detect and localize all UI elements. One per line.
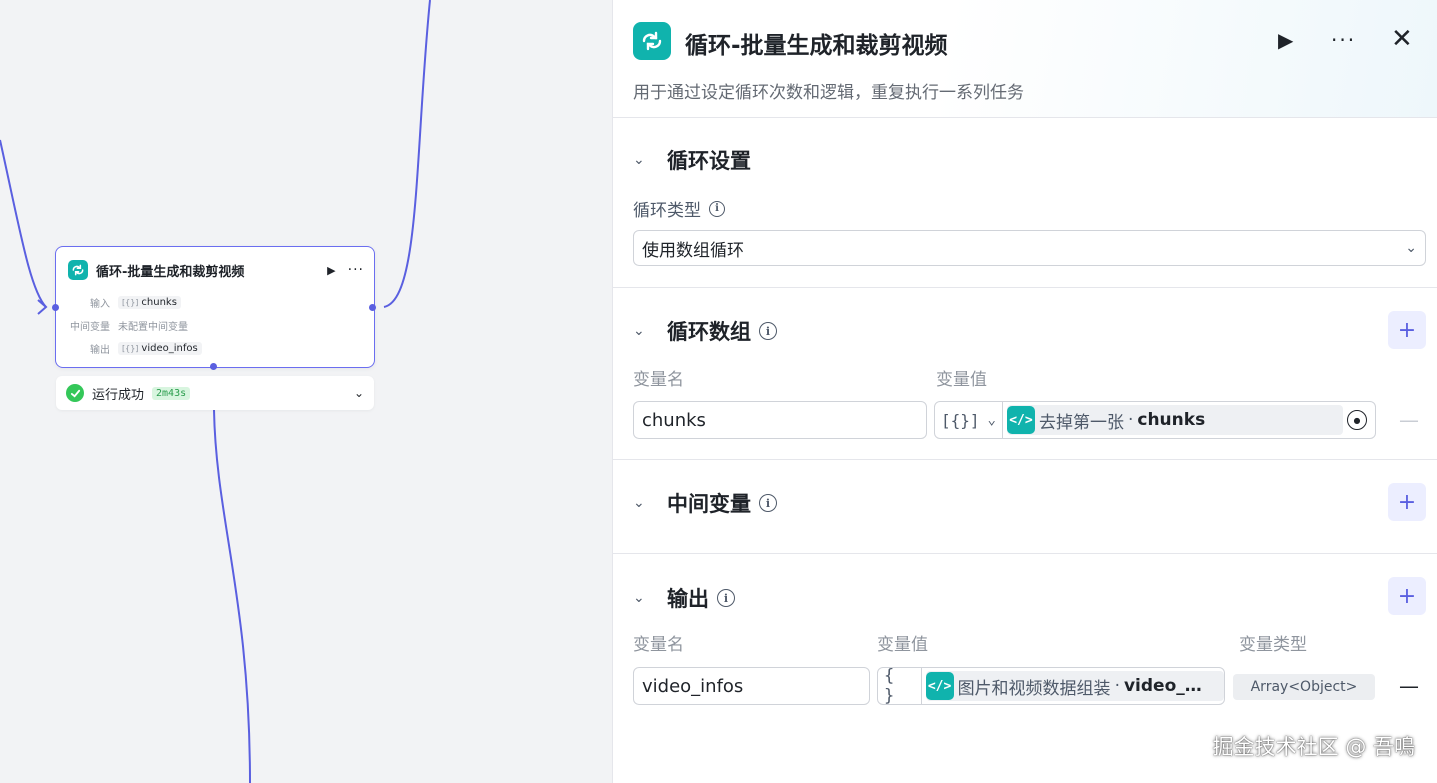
reference-variable: chunks: [1137, 410, 1206, 430]
reference-chip[interactable]: </> 去掉第一张 · chunks: [1006, 405, 1343, 435]
array-icon: [{}]: [122, 297, 139, 307]
section-loop-settings-header[interactable]: ⌄ 循环设置: [633, 145, 751, 175]
loop-node[interactable]: 循环-批量生成和裁剪视频 ▶ ··· 输入 [{}] chunks 中间变量 未配…: [52, 246, 376, 370]
col-variable-value: 变量值: [877, 635, 928, 655]
workflow-canvas[interactable]: 循环-批量生成和裁剪视频 ▶ ··· 输入 [{}] chunks 中间变量 未配…: [0, 0, 612, 783]
loop-array-name-input[interactable]: chunks: [633, 401, 927, 439]
status-text: 运行成功: [92, 387, 145, 403]
chevron-down-icon[interactable]: ⌄: [633, 590, 647, 606]
run-status-bar[interactable]: 运行成功 2m43s ⌄: [56, 376, 374, 410]
info-icon[interactable]: i: [709, 200, 725, 217]
loop-icon: [633, 22, 671, 60]
edge-outgoing: [383, 0, 431, 308]
chevron-down-icon[interactable]: ⌄: [354, 386, 364, 400]
more-icon[interactable]: ···: [348, 262, 364, 278]
node-output-row: 输出 [{}] video_infos: [66, 339, 202, 357]
col-variable-type: 变量类型: [1239, 635, 1307, 655]
reference-variable: video_…: [1123, 676, 1202, 696]
more-icon[interactable]: ···: [1331, 28, 1356, 52]
edge-incoming: [0, 139, 47, 308]
node-mid-label: 中间变量: [70, 321, 110, 333]
panel-description: 用于通过设定循环次数和逻辑，重复执行一系列任务: [633, 83, 1024, 103]
section-title: 输出: [667, 587, 709, 611]
output-port[interactable]: [369, 304, 376, 311]
node-output-tag: [{}] video_infos: [118, 341, 202, 355]
divider: [613, 287, 1437, 288]
node-input-label: 输入: [90, 298, 110, 310]
info-icon[interactable]: i: [759, 494, 777, 512]
chevron-down-icon[interactable]: ⌄: [633, 323, 647, 339]
add-loop-array-button[interactable]: +: [1388, 311, 1426, 349]
divider: [613, 553, 1437, 554]
divider: [613, 459, 1437, 460]
loop-type-label: 循环类型 i: [633, 196, 725, 221]
reference-source: 去掉第一张: [1038, 412, 1124, 433]
remove-icon[interactable]: —: [1399, 674, 1419, 698]
edge-loop-body: [213, 409, 251, 783]
section-loop-array-header[interactable]: ⌄ 循环数组 i: [633, 316, 777, 346]
chevron-down-icon[interactable]: ⌄: [633, 495, 647, 511]
loop-icon: [68, 260, 88, 280]
node-input-tag: [{}] chunks: [118, 295, 181, 309]
watermark: 掘金技术社区 @ 吾鳴: [1212, 735, 1415, 759]
loop-type-select[interactable]: 使用数组循环 ⌄: [633, 230, 1426, 266]
settings-hex-icon[interactable]: ●: [1347, 410, 1367, 430]
output-value-ref[interactable]: { } </> 图片和视频数据组装 · video_…: [877, 667, 1225, 705]
play-icon[interactable]: ▶: [1278, 28, 1293, 52]
array-icon: [{}]: [941, 410, 980, 430]
duration-badge: 2m43s: [152, 386, 191, 400]
chevron-down-icon: ⌄: [1405, 240, 1417, 256]
section-output-header[interactable]: ⌄ 输出 i: [633, 583, 735, 613]
play-icon[interactable]: ▶: [327, 264, 335, 277]
col-variable-name: 变量名: [633, 370, 684, 390]
col-variable-name: 变量名: [633, 635, 684, 655]
node-output-label: 输出: [90, 344, 110, 356]
section-mid-vars-header[interactable]: ⌄ 中间变量 i: [633, 488, 777, 518]
section-title: 循环数组: [667, 320, 751, 344]
chevron-down-icon: ⌄: [987, 412, 996, 428]
node-mid-value: 未配置中间变量: [118, 321, 188, 333]
loop-array-value-ref[interactable]: [{}] ⌄ </> 去掉第一张 · chunks ●: [934, 401, 1376, 439]
node-input-row: 输入 [{}] chunks: [66, 293, 181, 311]
section-title: 中间变量: [667, 492, 751, 516]
node-config-panel: 循环-批量生成和裁剪视频 ▶ ··· ✕ 用于通过设定循环次数和逻辑，重复执行一…: [612, 0, 1437, 783]
node-title: 循环-批量生成和裁剪视频: [96, 264, 245, 280]
info-icon[interactable]: i: [759, 322, 777, 340]
panel-title[interactable]: 循环-批量生成和裁剪视频: [685, 26, 948, 60]
close-icon[interactable]: ✕: [1391, 24, 1413, 54]
object-type-icon[interactable]: { }: [878, 668, 922, 704]
chevron-down-icon[interactable]: ⌄: [633, 152, 647, 168]
reference-chip[interactable]: </> 图片和视频数据组装 · video_…: [925, 671, 1224, 701]
loop-body-port[interactable]: [210, 363, 217, 370]
output-name-input[interactable]: video_infos: [633, 667, 870, 705]
remove-icon[interactable]: —: [1399, 408, 1419, 432]
node-mid-row: 中间变量 未配置中间变量: [66, 316, 188, 334]
input-port[interactable]: [52, 304, 59, 311]
type-selector[interactable]: [{}] ⌄: [935, 402, 1003, 438]
section-title: 循环设置: [667, 149, 751, 173]
code-icon: </>: [925, 672, 954, 700]
loop-type-value: 使用数组循环: [642, 240, 744, 261]
success-icon: [66, 384, 84, 402]
reference-source: 图片和视频数据组装: [957, 678, 1111, 699]
panel-header: 循环-批量生成和裁剪视频 ▶ ··· ✕ 用于通过设定循环次数和逻辑，重复执行一…: [613, 0, 1437, 118]
col-variable-value: 变量值: [936, 370, 987, 390]
code-icon: </>: [1006, 406, 1035, 434]
add-mid-var-button[interactable]: +: [1388, 483, 1426, 521]
output-type-badge: Array<Object>: [1233, 674, 1375, 700]
info-icon[interactable]: i: [717, 589, 735, 607]
array-icon: [{}]: [122, 343, 139, 353]
add-output-button[interactable]: +: [1388, 577, 1426, 615]
